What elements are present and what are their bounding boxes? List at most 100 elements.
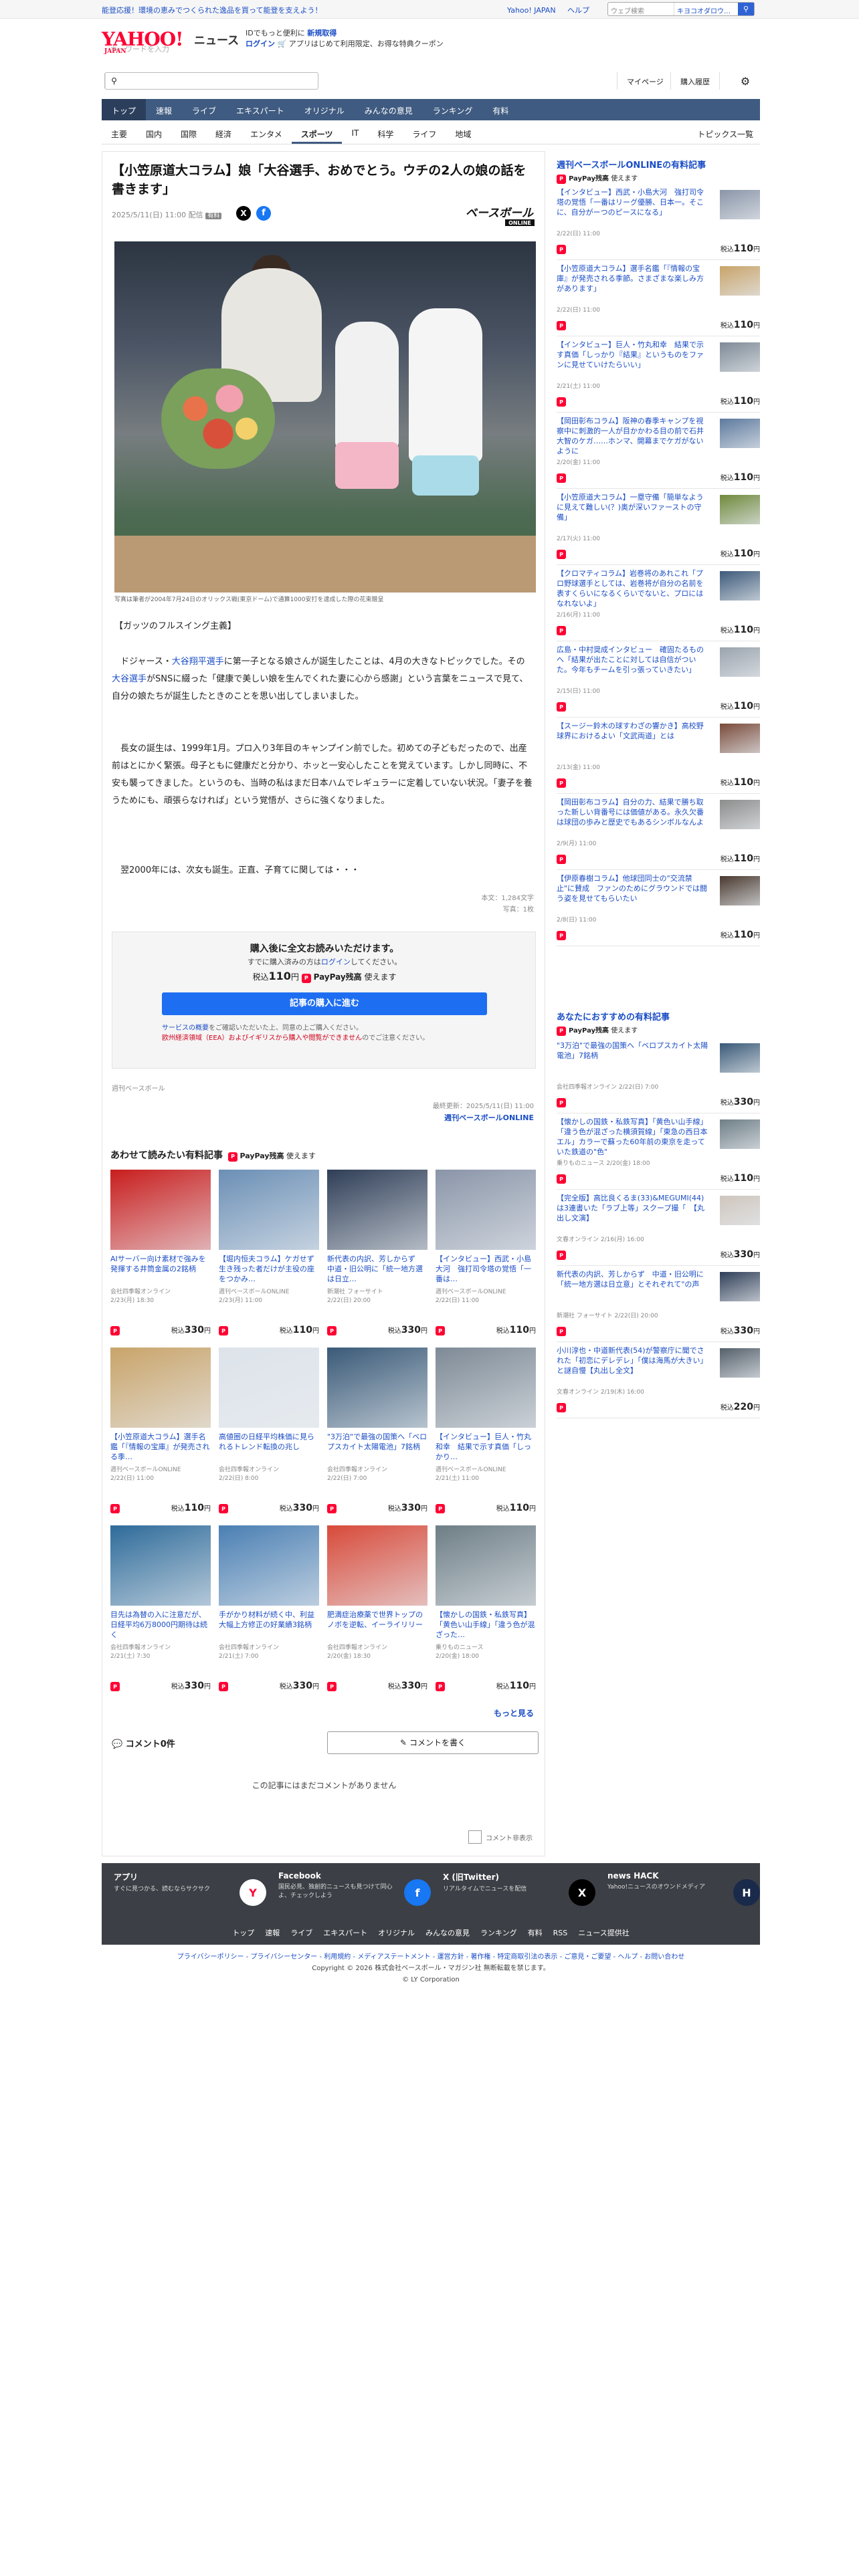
sidebar-item[interactable]: "3万泊"で最強の国策へ「ベロプスカイト太陽電池」7銘柄 会社四季報オンライン 2… (557, 1041, 760, 1115)
related-article-title[interactable]: 【懐かしの国鉄・私鉄写真】「黄色い山手線」「違う色が混ざった… (436, 1610, 536, 1640)
sidebar-item-title[interactable]: 【完全版】高比良くるま(33)&MEGUMI(44)は3連書いた「ラブ上等」スク… (557, 1193, 709, 1223)
sidebar-item-thumbnail[interactable] (720, 647, 760, 677)
related-article-title[interactable]: 目先は為替の入に注意だが、日経平均6万8000円期待は続く (110, 1610, 211, 1640)
sidebar-item-thumbnail[interactable] (720, 1348, 760, 1378)
main-nav-item[interactable]: オリジナル (294, 99, 355, 120)
sidebar-item-title[interactable]: 【岡田彰布コラム】阪神の春季キャンプを視察中に刺激的一人が目かかわる目の前で石井… (557, 416, 709, 456)
share-x-button[interactable]: X (236, 206, 251, 221)
sidebar-item-title[interactable]: 新代表の内訳、芳しからず 中道・旧公明に「統一地方選は日立意」とそれぞれて"の声 (557, 1269, 709, 1289)
main-nav-item[interactable]: トップ (102, 99, 147, 120)
share-facebook-button[interactable]: f (256, 206, 271, 221)
category-tab[interactable]: 国内 (136, 122, 171, 144)
sidebar-item[interactable]: 広島・中村奨成インタビュー 確固たるものへ「結果が出たことに対しては自信がついた… (557, 645, 760, 720)
sidebar-item-title[interactable]: "3万泊"で最強の国策へ「ベロプスカイト太陽電池」7銘柄 (557, 1041, 709, 1061)
category-tab[interactable]: 経済 (206, 122, 241, 144)
sidebar-item[interactable]: 【クロマティコラム】岩巻将のあれこれ「プロ野球選手としては、岩巻将が自分の名前を… (557, 568, 760, 643)
yahoo-japan-link[interactable]: Yahoo! JAPAN (507, 6, 556, 15)
footer-block-2[interactable]: X (旧Twitter) リアルタイムでニュースを配信 X (443, 1871, 597, 1914)
sidebar-item-thumbnail[interactable] (720, 1119, 760, 1149)
footer-link[interactable]: ランキング (480, 1929, 517, 1937)
purchase-button[interactable]: 記事の購入に進む (162, 992, 487, 1015)
sidebar-item[interactable]: 【小笠原道大コラム】一塁守備「簡単なように見えて難しい(？)奥が深いファーストの… (557, 492, 760, 567)
more-link[interactable]: もっと見る (494, 1707, 534, 1719)
category-tab[interactable]: 科学 (368, 122, 403, 144)
related-article-thumbnail[interactable] (327, 1348, 427, 1428)
related-article-card[interactable]: 新代表の内訳、芳しからず 中道・旧公明に「統一地方選は日立… 新潮社 フォーサイト… (327, 1170, 427, 1350)
related-article-card[interactable]: 肥満症治療薬で世界トップのノボを逆転、イーライリリー 会社四季報オンライン 2/20… (327, 1525, 427, 1706)
topics-list-link[interactable]: トピックス一覧 (697, 128, 753, 140)
purchase-history-link[interactable]: 購入履歴 (670, 72, 720, 90)
sidebar-item-thumbnail[interactable] (720, 1272, 760, 1301)
category-tab[interactable]: エンタメ (241, 122, 292, 144)
category-tab[interactable]: スポーツ (291, 122, 343, 144)
sidebar-heading-publisher[interactable]: 週刊ベースボールONLINEの有料記事 (557, 158, 760, 171)
footer-link[interactable]: ライブ (290, 1929, 312, 1937)
related-article-thumbnail[interactable] (436, 1170, 536, 1250)
sidebar-item-thumbnail[interactable] (720, 1196, 760, 1225)
main-nav-item[interactable]: 速報 (146, 99, 182, 120)
mypage-link[interactable]: マイページ (617, 72, 673, 90)
related-article-thumbnail[interactable] (110, 1170, 211, 1250)
footer-link[interactable]: RSS (553, 1929, 568, 1937)
footer-link[interactable]: 有料 (528, 1929, 543, 1937)
related-article-card[interactable]: 目先は為替の入に注意だが、日経平均6万8000円期待は続く 会社四季報オンライン 2… (110, 1525, 211, 1706)
footer-link[interactable]: ニュース提供社 (578, 1929, 629, 1937)
footer-link[interactable]: トップ (232, 1929, 254, 1937)
purchase-login-link[interactable]: ログイン (321, 958, 351, 966)
related-article-card[interactable]: AIサーバー向け素材で強みを発揮する井筒金属の2銘柄 会社四季報オンライン 2/23… (110, 1170, 211, 1350)
related-article-card[interactable]: 【小笠原道大コラム】選手名鑑「『情報の宝庫』が発売される季… 週刊ベースボールON… (110, 1348, 211, 1528)
sidebar-item[interactable]: 小川淳也・中道新代表(54)が警察庁に聞でされた「初恋にデレデレ」「僕は海馬が大… (557, 1346, 760, 1420)
category-tab[interactable]: 主要 (102, 122, 136, 144)
sidebar-item[interactable]: 【インタビュー】西武・小島大河 強打司令塔の覚悟「一番はリーグ優勝、日本一。そこ… (557, 187, 760, 262)
footer-block-3[interactable]: news HACK Yahoo!ニュースのオウンドメディア H (607, 1871, 761, 1914)
sidebar-item-title[interactable]: 【小笠原道大コラム】選手名鑑「『情報の宝庫』が発売される季節。さまざまな楽しみ方… (557, 263, 709, 294)
related-article-thumbnail[interactable] (327, 1525, 427, 1606)
footer-block-0[interactable]: アプリ すぐに見つかる、読むならサクサク Y (114, 1871, 268, 1914)
sidebar-item-title[interactable]: 小川淳也・中道新代表(54)が警察庁に聞でされた「初恋にデレデレ」「僕は海馬が大… (557, 1346, 709, 1376)
category-tab[interactable]: 地域 (446, 122, 480, 144)
related-article-card[interactable]: 【インタビュー】西武・小島大河 強打司令塔の覚悟「一番は… 週刊ベースボールONL… (436, 1170, 536, 1350)
related-article-thumbnail[interactable] (219, 1348, 319, 1428)
sidebar-item-thumbnail[interactable] (720, 571, 760, 601)
sidebar-item-thumbnail[interactable] (720, 876, 760, 905)
sidebar-item-thumbnail[interactable] (720, 724, 760, 753)
sidebar-item[interactable]: 【インタビュー】巨人・竹丸和幸 結果で示す真価「しっかり『結果』というものをファ… (557, 340, 760, 415)
footer-block-1[interactable]: Facebook 国民必見、独創的ニュースも見つけて同心よ、チェックしよう f (278, 1871, 432, 1914)
signup-link[interactable]: 新規取得 (307, 29, 337, 37)
related-article-thumbnail[interactable] (110, 1348, 211, 1428)
sidebar-item[interactable]: 【完全版】高比良くるま(33)&MEGUMI(44)は3連書いた「ラブ上等」スク… (557, 1193, 760, 1268)
promo-notice-link[interactable]: 能登応援！環境の恵みでつくられた逸品を買って能登を支えよう！ (102, 5, 322, 15)
related-article-title[interactable]: 【インタビュー】西武・小島大河 強打司令塔の覚悟「一番は… (436, 1254, 536, 1285)
hide-comments-checkbox[interactable] (468, 1830, 482, 1844)
main-nav-item[interactable]: ライブ (182, 99, 226, 120)
footer-link[interactable]: 速報 (265, 1929, 280, 1937)
help-link[interactable]: ヘルプ (567, 6, 589, 15)
publisher-logo[interactable]: ベースボール ONLINE (426, 205, 537, 227)
related-article-title[interactable]: 新代表の内訳、芳しからず 中道・旧公明に「統一地方選は日立… (327, 1254, 427, 1285)
sidebar-item-title[interactable]: 【スージー鈴木の球すわざの響かき】高校野球界におけるよい「文武両道」とは (557, 721, 709, 741)
legal-links[interactable]: プライバシーポリシー - プライバシーセンター - 利用規約 - メディアステー… (102, 1951, 760, 1963)
sidebar-item[interactable]: 【懐かしの国鉄・私鉄写真】「黄色い山手線」「違う色が混ざった横須賀線」「東急の西… (557, 1117, 760, 1192)
source-link[interactable]: 週刊ベースボールONLINE (444, 1112, 534, 1123)
related-article-thumbnail[interactable] (436, 1525, 536, 1606)
related-article-thumbnail[interactable] (110, 1525, 211, 1606)
sidebar-item-title[interactable]: 【懐かしの国鉄・私鉄写真】「黄色い山手線」「違う色が混ざった横須賀線」「東急の西… (557, 1117, 709, 1157)
sidebar-item[interactable]: 【スージー鈴木の球すわざの響かき】高校野球界におけるよい「文武両道」とは 2/13… (557, 721, 760, 796)
sidebar-item-title[interactable]: 広島・中村奨成インタビュー 確固たるものへ「結果が出たことに対しては自信がついた… (557, 645, 709, 675)
related-article-card[interactable]: "3万泊"で最強の国策へ「ベロプスカイト太陽電池」7銘柄 会社四季報オンライン 2/… (327, 1348, 427, 1528)
sidebar-item-thumbnail[interactable] (720, 1043, 760, 1073)
sidebar-item-title[interactable]: 【クロマティコラム】岩巻将のあれこれ「プロ野球選手としては、岩巻将が自分の名前を… (557, 568, 709, 609)
sidebar-item-thumbnail[interactable] (720, 342, 760, 372)
related-article-title[interactable]: 【インタビュー】巨人・竹丸和幸 結果で示す真価「しっかり… (436, 1432, 536, 1463)
write-comment-button[interactable]: ✎ コメントを書く (327, 1731, 539, 1754)
player-link[interactable]: 大谷翔平選手 (172, 657, 224, 667)
related-article-thumbnail[interactable] (327, 1170, 427, 1250)
related-article-card[interactable]: 【懐かしの国鉄・私鉄写真】「黄色い山手線」「違う色が混ざった… 乗りものニュース 2… (436, 1525, 536, 1706)
related-article-card[interactable]: 【堀内恒夫コラム】ケガせず生き残った者だけが主役の座をつかみ… 週刊ベースボールO… (219, 1170, 319, 1350)
hide-comments-toggle[interactable]: コメント非表示 (468, 1830, 533, 1844)
sidebar-item-title[interactable]: 【伊原春樹コラム】他球団同士の"交流禁止"に賛成 ファンのためにグラウンドでは闘… (557, 873, 709, 903)
related-article-title[interactable]: 肥満症治療薬で世界トップのノボを逆転、イーライリリー (327, 1610, 427, 1640)
web-search-input[interactable]: ウェブ検索 (608, 3, 674, 15)
related-article-title[interactable]: 【小笠原道大コラム】選手名鑑「『情報の宝庫』が発売される季… (110, 1432, 211, 1463)
article-photo[interactable] (114, 241, 536, 593)
